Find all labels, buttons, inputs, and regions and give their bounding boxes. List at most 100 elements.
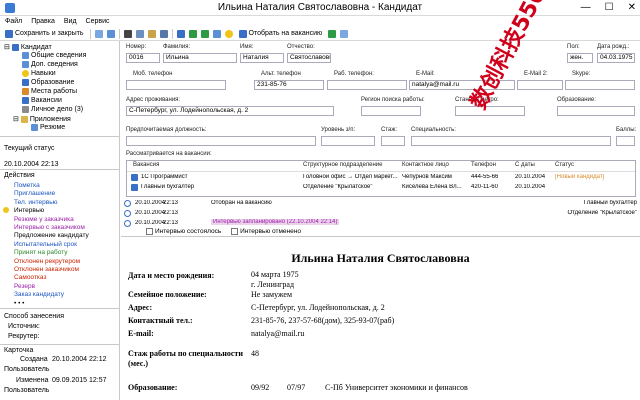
action-item[interactable]: Отклонен заказчиком — [14, 266, 79, 273]
export-icon[interactable] — [328, 29, 337, 38]
close-button[interactable]: ✕ — [628, 0, 636, 16]
score-label: Баллы: — [616, 127, 637, 133]
up-icon[interactable] — [188, 29, 197, 38]
address-label: Адрес проживания: — [126, 97, 181, 103]
action-item[interactable]: Тел. интервью — [14, 199, 57, 206]
link-icon[interactable] — [94, 29, 103, 38]
cut-icon[interactable] — [123, 29, 132, 38]
action-item[interactable]: Испытательный срок — [14, 241, 77, 248]
save-close-button[interactable]: Сохранить и закрыть — [3, 28, 86, 40]
tree-item-personal-file[interactable]: Личное дело (3) — [22, 106, 83, 113]
salary-level-field[interactable] — [321, 136, 375, 146]
menu-edit[interactable]: Правка — [31, 16, 55, 27]
tree-item-general[interactable]: Общие сведения — [22, 52, 86, 59]
action-item[interactable]: Отклонен рекрутером — [14, 258, 80, 265]
tree-item-skills[interactable]: Навыки — [22, 70, 56, 77]
action-item[interactable]: Принят на работу — [14, 249, 68, 256]
clock-icon — [124, 210, 131, 217]
action-item[interactable]: Заказ кандидату — [14, 291, 64, 298]
firstname-field[interactable]: Наталия — [240, 53, 284, 63]
changed-value: 09.09.2015 12:57 — [52, 377, 107, 384]
tree-item-resume[interactable]: Резюме — [31, 124, 65, 131]
vacancies-grid: Вакансия Структурное подразделение Конта… — [126, 160, 636, 197]
copy-icon[interactable] — [135, 29, 144, 38]
table-row[interactable]: 1С Программист Головной офис → Отдел мар… — [127, 173, 635, 183]
column-header[interactable]: Структурное подразделение — [303, 162, 382, 168]
menu-file[interactable]: Файл — [5, 16, 22, 27]
action-item[interactable]: Интервью — [14, 207, 44, 214]
maximize-button[interactable]: ☐ — [605, 0, 614, 16]
created-label: Создана — [20, 356, 48, 363]
sex-select[interactable]: жен. — [567, 53, 593, 63]
down-icon[interactable] — [200, 29, 209, 38]
menu-view[interactable]: Вид — [64, 16, 77, 27]
specialty-field[interactable] — [411, 136, 611, 146]
history-item[interactable]: 20.10.2004 22:13 Отделение "Крылатское" — [121, 209, 640, 219]
dob-field[interactable]: 04.03.1975 — [597, 53, 635, 63]
alt-phone-field[interactable]: 231-85-76 — [254, 80, 324, 90]
mobile-label: Моб. телефон — [133, 71, 173, 77]
action-item[interactable]: Резерв — [14, 283, 35, 290]
briefcase-icon — [22, 88, 29, 95]
history-item[interactable]: 20.10.2004 22:13 Отобран на вакансию Гла… — [121, 199, 640, 209]
column-header[interactable]: Телефон — [471, 162, 496, 168]
education-label: Образование: — [557, 97, 596, 103]
middlename-label: Отчество: — [287, 44, 315, 50]
action-item[interactable]: Пометка — [14, 182, 40, 189]
minimize-button[interactable]: — — [581, 0, 591, 16]
paste-icon[interactable] — [147, 29, 156, 38]
middlename-field[interactable]: Святославовна — [287, 53, 331, 63]
tree-item-attachments[interactable]: ⊟ Приложения — [13, 115, 71, 123]
column-header[interactable]: Вакансия — [133, 162, 159, 168]
created-value: 20.10.2004 22:12 — [52, 356, 107, 363]
toolbar-separator — [171, 28, 173, 39]
tree-root[interactable]: ⊟ Кандидат — [4, 43, 52, 51]
home-icon[interactable] — [176, 29, 185, 38]
bulb-icon[interactable] — [224, 29, 233, 38]
score-field[interactable] — [616, 136, 635, 146]
vacancy-icon — [22, 97, 29, 104]
tree-item-education[interactable]: Образование — [22, 79, 74, 86]
experience-field[interactable] — [381, 136, 405, 146]
interview-done-checkbox[interactable]: Интервью состоялось — [146, 228, 221, 235]
resume-pob: г. Ленинград — [251, 280, 295, 289]
table-row[interactable]: Главный бухгалтер Отделение "Крылатское"… — [127, 183, 635, 193]
interview-cancel-checkbox[interactable]: Интервью отменено — [231, 228, 301, 235]
column-header[interactable]: С даты — [515, 162, 535, 168]
navigation-tree: ⊟ Кандидат Общие сведения Доп. сведения Н… — [0, 41, 119, 137]
column-header[interactable]: Контактное лицо — [402, 162, 449, 168]
action-item[interactable]: • • • — [14, 300, 24, 307]
action-item[interactable]: Приглашение — [14, 190, 55, 197]
work-phone-field[interactable] — [327, 80, 407, 90]
column-header[interactable]: Статус — [555, 162, 574, 168]
skype-field[interactable] — [565, 80, 635, 90]
left-panel: ⊟ Кандидат Общие сведения Доп. сведения Н… — [0, 41, 120, 400]
mail-icon[interactable] — [340, 29, 349, 38]
position-field[interactable] — [126, 136, 316, 146]
status-label: Текущий статус — [4, 145, 55, 152]
region-field[interactable] — [361, 106, 421, 116]
list-icon[interactable] — [212, 29, 221, 38]
education-select[interactable] — [557, 106, 635, 116]
app-icon — [5, 3, 15, 13]
status-value: 20.10.2004 22:13 — [4, 161, 59, 168]
address-field[interactable]: С-Петербург, ул. Лодейнопольская, д. 2 — [126, 106, 334, 116]
action-item[interactable]: Самоотказ — [14, 274, 46, 281]
action-item[interactable]: Резюме у заказчика — [14, 216, 74, 223]
print-icon[interactable] — [106, 29, 115, 38]
resume-name: Ильина Наталия Святославовна — [291, 251, 470, 265]
tree-item-extra[interactable]: Доп. сведения — [22, 61, 78, 68]
save-icon — [5, 29, 13, 38]
number-field[interactable]: 0016 — [126, 53, 160, 63]
lastname-field[interactable]: Ильина — [163, 53, 237, 63]
mobile-field[interactable] — [126, 80, 226, 90]
action-item[interactable]: Предложение кандидату — [14, 232, 89, 239]
tree-item-vacancies[interactable]: Вакансии — [22, 97, 62, 104]
action-item[interactable]: Интервью с заказчиком — [14, 224, 85, 231]
send-vacancy-button[interactable]: Отобрать на вакансию — [237, 28, 325, 40]
tree-item-jobs[interactable]: Места работы — [22, 88, 77, 95]
undo-icon[interactable] — [159, 29, 168, 38]
email2-field[interactable] — [517, 80, 563, 90]
menu-service[interactable]: Сервис — [86, 16, 110, 27]
resume-address: С-Петербург, ул. Лодейнопольская, д. 2 — [251, 303, 385, 312]
